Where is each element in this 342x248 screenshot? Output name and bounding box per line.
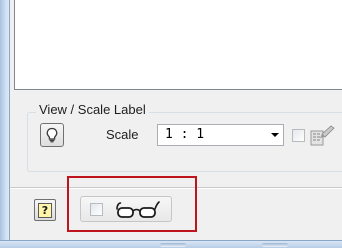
lightbulb-button[interactable] [40,123,64,147]
help-button[interactable]: ? [34,199,56,221]
scale-dropdown-value: 1 : 1 [165,127,205,142]
lightbulb-icon [46,127,58,143]
glasses-icon [116,201,160,218]
paint-brush-icon[interactable] [309,125,342,147]
dialog-window: View / Scale Label Scale 1 : 1 ? [0,0,342,248]
window-left-border [0,0,10,248]
chevron-down-icon[interactable] [271,133,279,137]
glasses-toggle-button[interactable] [80,196,172,222]
resize-grip-left[interactable] [160,243,186,247]
resize-grip-right[interactable] [262,243,288,247]
scale-label: Scale [106,127,139,142]
view-scale-group-title: View / Scale Label [36,101,149,119]
help-icon: ? [38,202,52,218]
window-bottom-border [0,240,342,248]
glasses-checkbox[interactable] [90,203,103,216]
list-panel[interactable] [14,0,342,90]
scale-label-checkbox[interactable] [292,129,305,142]
scale-dropdown[interactable]: 1 : 1 [157,124,284,146]
